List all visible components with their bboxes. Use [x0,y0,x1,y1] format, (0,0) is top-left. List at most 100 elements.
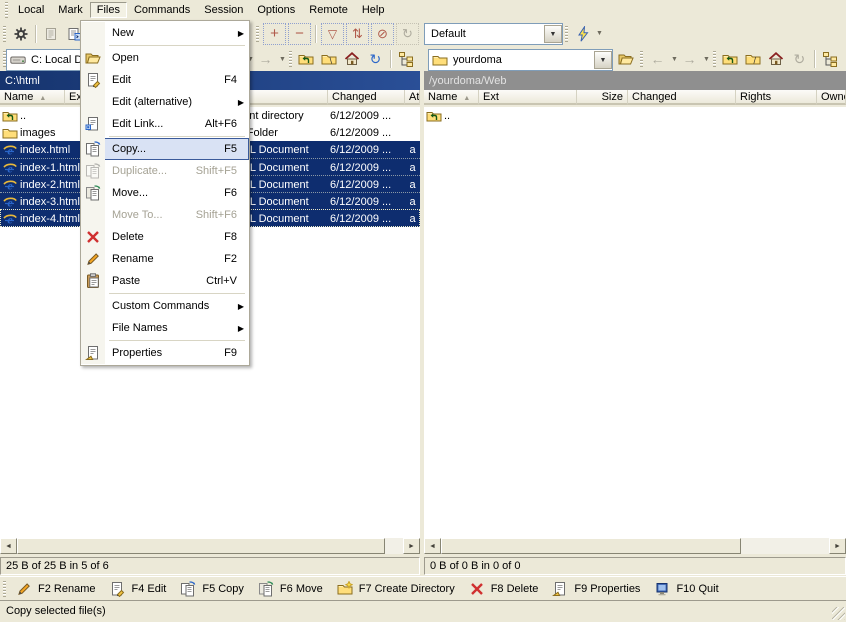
menu-item-move-to[interactable]: Move To...Shift+F6 [81,204,249,226]
local-hscroll-thumb[interactable] [17,538,385,554]
remote-file-list: .. [424,107,846,537]
toolbar-gripper[interactable] [289,51,292,67]
menu-item-properties[interactable]: PropertiesF9 [81,342,249,364]
site-manager-doc-icon[interactable] [40,23,63,45]
back-arrow-icon[interactable]: ← [646,48,669,70]
parent-dir-folder-icon[interactable] [295,48,318,70]
remote-hscrollbar[interactable]: ◄ ► [424,537,846,554]
open-dir-folder-icon[interactable] [614,48,637,70]
home-icon[interactable] [765,48,788,70]
menu-item-edit-link[interactable]: Edit Link...Alt+F6 [81,113,249,135]
command-f2-rename[interactable]: F2 Rename [9,578,102,599]
plus-icon[interactable]: + [263,23,286,45]
menu-help[interactable]: Help [355,2,392,18]
transfer-settings-combo[interactable]: Default ▼ [424,23,563,45]
forward-arrow-icon[interactable]: → [254,48,277,70]
scroll-left-arrow-icon[interactable]: ◄ [424,538,441,554]
resize-grip[interactable] [832,607,845,620]
forward-arrow-dropdown-icon[interactable]: ▼ [703,56,710,63]
refresh-icon[interactable]: ↻ [788,48,811,70]
menu-item-delete[interactable]: DeleteF8 [81,226,249,248]
menu-files[interactable]: Files [90,2,127,18]
lightning-icon[interactable] [571,23,594,45]
preferences-gear-icon[interactable] [9,23,32,45]
column-header-rights[interactable]: Rights [736,90,817,105]
menu-item-label: Duplicate... [105,165,167,177]
transfer-dropdown-icon[interactable]: ▼ [596,30,603,37]
menu-session[interactable]: Session [197,2,250,18]
cancel-icon[interactable]: ⊘ [371,23,394,45]
dir-tree-icon[interactable] [395,48,418,70]
menu-mark[interactable]: Mark [51,2,89,18]
minus-icon[interactable]: − [288,23,311,45]
menu-item-move[interactable]: Move...F6 [81,182,249,204]
command-f6-move[interactable]: F6 Move [251,578,330,599]
doc-link-icon [81,113,105,135]
column-header-size[interactable]: Size [577,90,628,105]
remote-dir-dropdown[interactable]: ▼ [594,51,612,69]
menu-remote[interactable]: Remote [302,2,355,18]
menu-local[interactable]: Local [11,2,51,18]
command-f8-delete[interactable]: F8 Delete [462,578,546,599]
menu-item-copy[interactable]: Copy...F5 [81,138,249,160]
local-hscroll-track[interactable] [17,538,403,554]
menu-item-edit-alternative[interactable]: Edit (alternative)▶ [81,91,249,113]
local-hscrollbar[interactable]: ◄ ► [0,537,420,554]
menu-item-file-names[interactable]: File Names▶ [81,317,249,339]
toolbar-gripper[interactable] [256,26,259,42]
commandbar-gripper[interactable] [3,581,6,597]
filter-icon[interactable]: ▽ [321,23,344,45]
column-header-ext[interactable]: Ext [479,90,577,105]
menubar-gripper[interactable] [5,2,8,18]
remote-hscroll-track[interactable] [441,538,829,554]
parent-dir-folder-icon[interactable] [719,48,742,70]
scroll-right-arrow-icon[interactable]: ► [403,538,420,554]
menu-commands[interactable]: Commands [127,2,197,18]
transfer-settings-dropdown[interactable]: ▼ [544,25,562,43]
menu-item-rename[interactable]: RenameF2 [81,248,249,270]
home-icon[interactable] [341,48,364,70]
remote-hscroll-thumb[interactable] [441,538,741,554]
command-f9-properties[interactable]: F9 Properties [545,578,647,599]
menu-item-edit[interactable]: EditF4 [81,69,249,91]
menu-item-duplicate[interactable]: Duplicate...Shift+F5 [81,160,249,182]
remote-dir-combo[interactable]: yourdoma ▼ [428,49,613,71]
scroll-right-arrow-icon[interactable]: ► [829,538,846,554]
toolbar-gripper[interactable] [3,26,6,42]
back-arrow-dropdown-icon[interactable]: ▼ [671,56,678,63]
menu-item-paste[interactable]: PasteCtrl+V [81,270,249,292]
menu-options[interactable]: Options [250,2,302,18]
column-header-attr[interactable]: Attr [405,90,420,105]
menu-item-open[interactable]: Open [81,47,249,69]
column-header-changed[interactable]: Changed [628,90,736,105]
remote-status-bar: 0 B of 0 B in 0 of 0 [424,557,846,575]
menu-item-new[interactable]: New▶ [81,22,249,44]
file-row[interactable]: .. [424,107,846,124]
ie-html-icon: e [2,194,18,210]
synchronize-icon[interactable]: ⇅ [346,23,369,45]
root-dir-slash-icon[interactable]: / [742,48,765,70]
remote-path-bar[interactable]: /yourdoma/Web [424,71,846,90]
menu-item-label: Rename [105,253,154,265]
toolbar-gripper[interactable] [640,51,643,67]
column-header-name[interactable]: Name▲ [424,90,479,105]
column-header-owner[interactable]: Owner [817,90,846,105]
forward-arrow-dropdown-icon[interactable]: ▼ [279,56,286,63]
svg-text:e: e [7,195,13,209]
root-dir-backslash-icon[interactable]: \ [318,48,341,70]
menu-item-custom-commands[interactable]: Custom Commands▶ [81,295,249,317]
command-f10-quit[interactable]: F10 Quit [647,578,725,599]
toolbar-gripper[interactable] [565,26,568,42]
scroll-left-arrow-icon[interactable]: ◄ [0,538,17,554]
command-f4-edit[interactable]: F4 Edit [102,578,173,599]
refresh-icon[interactable]: ↻ [364,48,387,70]
dir-tree-icon[interactable] [819,48,842,70]
forward-arrow-icon[interactable]: → [678,48,701,70]
column-header-changed[interactable]: Changed [328,90,405,105]
command-f7-create-directory[interactable]: F7 Create Directory [330,578,462,599]
remote-status-text: 0 B of 0 B in 0 of 0 [430,560,521,572]
toolbar-gripper[interactable] [713,51,716,67]
rotate-icon[interactable]: ↻ [396,23,419,45]
column-header-name[interactable]: Name▲ [0,90,65,105]
command-f5-copy[interactable]: F5 Copy [173,578,251,599]
